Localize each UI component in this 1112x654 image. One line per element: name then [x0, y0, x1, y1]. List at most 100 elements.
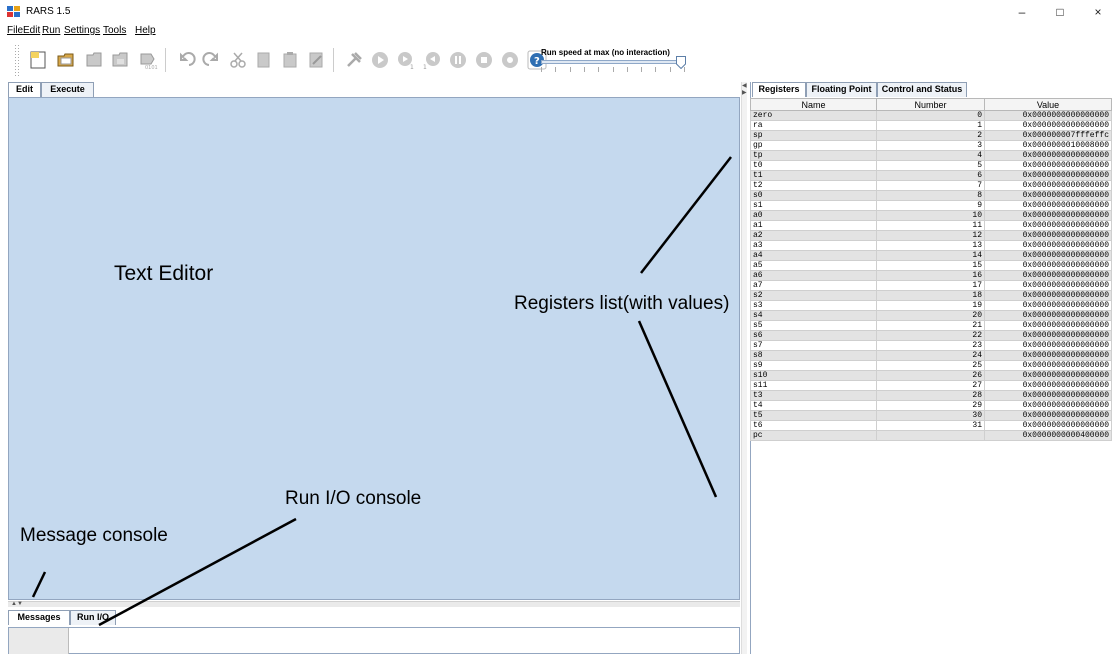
register-name[interactable]: s5	[750, 320, 877, 331]
paste-icon[interactable]	[276, 46, 304, 74]
table-row[interactable]: s6 22 0x0000000000000000	[750, 330, 1112, 341]
reset-icon[interactable]	[496, 46, 524, 74]
register-name[interactable]: s0	[750, 190, 877, 201]
table-row[interactable]: t3 28 0x0000000000000000	[750, 390, 1112, 401]
dump-memory-icon[interactable]: 0101	[133, 46, 161, 74]
table-row[interactable]: s10 26 0x0000000000000000	[750, 370, 1112, 381]
register-value[interactable]: 0x0000000010008000	[984, 140, 1112, 151]
table-row[interactable]: a2 12 0x0000000000000000	[750, 230, 1112, 241]
register-name[interactable]: pc	[750, 430, 877, 441]
table-row[interactable]: gp 3 0x0000000010008000	[750, 140, 1112, 151]
register-name[interactable]: t6	[750, 420, 877, 431]
register-number[interactable]: 5	[876, 160, 985, 171]
register-number[interactable]: 11	[876, 220, 985, 231]
register-number[interactable]: 19	[876, 300, 985, 311]
register-number[interactable]: 24	[876, 350, 985, 361]
register-number[interactable]: 13	[876, 240, 985, 251]
register-name[interactable]: a0	[750, 210, 877, 221]
register-name[interactable]: s9	[750, 360, 877, 371]
register-value[interactable]: 0x0000000000000000	[984, 180, 1112, 191]
register-name[interactable]: s8	[750, 350, 877, 361]
table-row[interactable]: a4 14 0x0000000000000000	[750, 250, 1112, 261]
register-number[interactable]: 3	[876, 140, 985, 151]
table-row[interactable]: t0 5 0x0000000000000000	[750, 160, 1112, 171]
register-name[interactable]: a4	[750, 250, 877, 261]
register-name[interactable]: sp	[750, 130, 877, 141]
register-name[interactable]: s1	[750, 200, 877, 211]
register-value[interactable]: 0x0000000000000000	[984, 410, 1112, 421]
save-as-icon[interactable]	[106, 46, 134, 74]
pane-divider[interactable]: ◀ ▶	[741, 82, 747, 654]
register-name[interactable]: a2	[750, 230, 877, 241]
register-value[interactable]: 0x0000000000000000	[984, 260, 1112, 271]
register-value[interactable]: 0x0000000000000000	[984, 370, 1112, 381]
menu-edit[interactable]: Edit	[23, 25, 40, 36]
collapse-right-icon[interactable]: ▶	[742, 89, 747, 96]
register-value[interactable]: 0x0000000000000000	[984, 210, 1112, 221]
register-number[interactable]: 18	[876, 290, 985, 301]
register-name[interactable]: a7	[750, 280, 877, 291]
register-value[interactable]: 0x0000000000000000	[984, 250, 1112, 261]
register-name[interactable]: t5	[750, 410, 877, 421]
step-icon[interactable]: 1	[392, 46, 420, 74]
table-row[interactable]: t2 7 0x0000000000000000	[750, 180, 1112, 191]
table-row[interactable]: a7 17 0x0000000000000000	[750, 280, 1112, 291]
register-value[interactable]: 0x0000000000000000	[984, 390, 1112, 401]
minimize-button[interactable]: –	[1012, 3, 1032, 21]
register-value[interactable]: 0x0000000000000000	[984, 380, 1112, 391]
register-name[interactable]: t3	[750, 390, 877, 401]
redo-icon[interactable]	[198, 46, 226, 74]
register-number[interactable]: 12	[876, 230, 985, 241]
table-row[interactable]: t6 31 0x0000000000000000	[750, 420, 1112, 431]
register-name[interactable]: ra	[750, 120, 877, 131]
register-value[interactable]: 0x0000000000000000	[984, 350, 1112, 361]
table-row[interactable]: t4 29 0x0000000000000000	[750, 400, 1112, 411]
column-header-value[interactable]: Value	[984, 98, 1112, 111]
register-name[interactable]: s10	[750, 370, 877, 381]
register-number[interactable]: 2	[876, 130, 985, 141]
pause-icon[interactable]	[444, 46, 472, 74]
table-row[interactable]: ra 1 0x0000000000000000	[750, 120, 1112, 131]
register-name[interactable]: t1	[750, 170, 877, 181]
register-value[interactable]: 0x0000000000000000	[984, 160, 1112, 171]
register-name[interactable]: s7	[750, 340, 877, 351]
register-value[interactable]: 0x0000000000000000	[984, 300, 1112, 311]
table-row[interactable]: s2 18 0x0000000000000000	[750, 290, 1112, 301]
table-row[interactable]: a6 16 0x0000000000000000	[750, 270, 1112, 281]
table-row[interactable]: t5 30 0x0000000000000000	[750, 410, 1112, 421]
register-number[interactable]: 1	[876, 120, 985, 131]
register-number[interactable]: 22	[876, 330, 985, 341]
table-row[interactable]: a5 15 0x0000000000000000	[750, 260, 1112, 271]
register-value[interactable]: 0x0000000000000000	[984, 120, 1112, 131]
stop-icon[interactable]	[470, 46, 498, 74]
register-value[interactable]: 0x0000000000000000	[984, 420, 1112, 431]
register-name[interactable]: s3	[750, 300, 877, 311]
register-value[interactable]: 0x0000000000000000	[984, 270, 1112, 281]
cut-icon[interactable]	[224, 46, 252, 74]
tab-execute[interactable]: Execute	[41, 82, 94, 97]
register-value[interactable]: 0x0000000000000000	[984, 340, 1112, 351]
tab-registers[interactable]: Registers	[752, 82, 806, 97]
register-number[interactable]: 14	[876, 250, 985, 261]
run-speed-slider-track[interactable]	[541, 60, 683, 64]
register-value[interactable]: 0x0000000000000000	[984, 200, 1112, 211]
register-name[interactable]: s6	[750, 330, 877, 341]
close-button[interactable]: ×	[1088, 3, 1108, 21]
splitter-arrows-icon[interactable]: ▲▼	[11, 601, 23, 607]
table-row[interactable]: s5 21 0x0000000000000000	[750, 320, 1112, 331]
register-name[interactable]: s4	[750, 310, 877, 321]
table-row[interactable]: zero 0 0x0000000000000000	[750, 110, 1112, 121]
register-number[interactable]: 26	[876, 370, 985, 381]
tab-floating-point[interactable]: Floating Point	[806, 82, 877, 97]
register-value[interactable]: 0x0000000000000000	[984, 110, 1112, 121]
register-number[interactable]: 29	[876, 400, 985, 411]
table-row[interactable]: s8 24 0x0000000000000000	[750, 350, 1112, 361]
register-name[interactable]: t4	[750, 400, 877, 411]
tab-control-and-status[interactable]: Control and Status	[877, 82, 967, 97]
open-file-icon[interactable]	[52, 46, 80, 74]
register-number[interactable]: 28	[876, 390, 985, 401]
table-row[interactable]: s3 19 0x0000000000000000	[750, 300, 1112, 311]
toolbar-grip[interactable]	[14, 44, 20, 76]
run-icon[interactable]	[366, 46, 394, 74]
register-name[interactable]: gp	[750, 140, 877, 151]
